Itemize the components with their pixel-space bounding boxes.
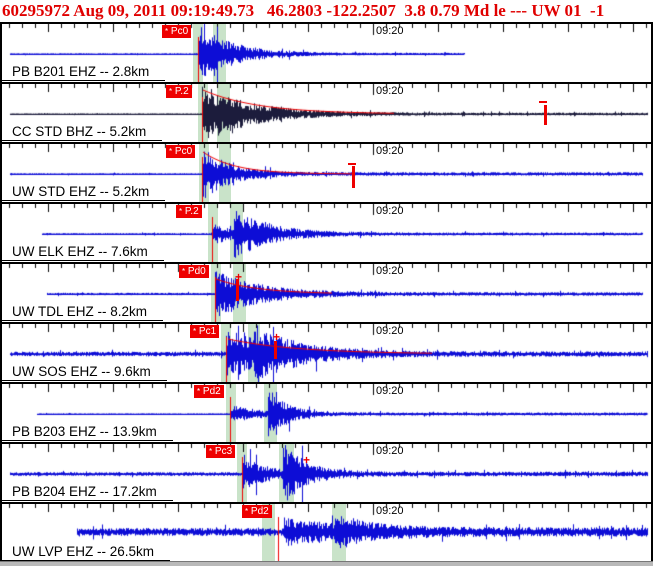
station-label: UW ELK EHZ -- 7.6km <box>2 244 164 261</box>
station-label: PB B201 EHZ -- 2.8km <box>2 64 166 81</box>
time-label: 09:20 <box>376 205 404 217</box>
pick-flag[interactable]: * Pc0 <box>162 25 192 38</box>
pick-phase-label: Pc1 <box>198 326 217 337</box>
pick-flag-star: * <box>165 27 169 36</box>
station-label: UW SOS EHZ -- 9.6km <box>2 364 167 381</box>
pick-flag[interactable]: * P.2 <box>176 205 202 218</box>
amplitude-pick-marker[interactable]: + <box>235 271 242 283</box>
pick-flag[interactable]: * Pd2 <box>242 505 272 518</box>
trace-panel-sos: * Pc1 09:20 + UW SOS EHZ -- 9.6km <box>2 324 651 384</box>
pick-flag-star: * <box>169 147 173 156</box>
amplitude-pick-marker[interactable]: + <box>303 454 310 466</box>
event-header: 60295972 Aug 09, 2011 09:19:49.73 46.280… <box>0 0 653 22</box>
station-label: CC STD BHZ -- 5.2km <box>2 124 163 141</box>
coda-duration-marker[interactable] <box>544 105 547 125</box>
time-label: 09:20 <box>376 505 404 517</box>
trace-panel-b203: * Pd2 09:20 PB B203 EHZ -- 13.9km <box>2 384 651 444</box>
station-label: PB B204 EHZ -- 17.2km <box>2 484 173 501</box>
station-label: UW TDL EHZ -- 8.2km <box>2 304 164 321</box>
time-label: 09:20 <box>376 385 404 397</box>
time-label: 09:20 <box>376 445 404 457</box>
amplitude-pick-marker[interactable]: + <box>273 331 280 343</box>
pick-flag-star: * <box>193 327 197 336</box>
trace-panel-std: * P.2 09:20 CC STD BHZ -- 5.2km <box>2 84 651 144</box>
time-label: 09:20 <box>376 265 404 277</box>
event-summary-text: 60295972 Aug 09, 2011 09:19:49.73 46.280… <box>2 1 605 20</box>
station-label: UW LVP EHZ -- 26.5km <box>2 544 171 561</box>
coda-duration-marker[interactable] <box>352 166 355 188</box>
time-label: 09:20 <box>376 25 404 37</box>
pick-flag[interactable]: * Pd2 <box>194 385 224 398</box>
pick-flag[interactable]: * Pd0 <box>179 265 209 278</box>
time-label: 09:20 <box>376 85 404 97</box>
pick-phase-label: Pd2 <box>250 506 269 517</box>
trace-panel-b204: * Pc3 09:20 + PB B204 EHZ -- 17.2km <box>2 444 651 504</box>
marker-dash[interactable] <box>539 101 547 103</box>
pick-phase-label: Pc0 <box>174 146 193 157</box>
time-label: 09:20 <box>376 145 404 157</box>
trace-panel-std: * Pc0 09:20 UW STD EHZ -- 5.2km <box>2 144 651 204</box>
time-label: 09:20 <box>376 325 404 337</box>
trace-plot-area: * Pc0 09:20 PB B201 EHZ -- 2.8km * P.2 09:20… <box>0 22 653 564</box>
pick-phase-label: P.2 <box>184 206 199 217</box>
pick-flag[interactable]: * Pc0 <box>166 145 196 158</box>
station-label: PB B203 EHZ -- 13.9km <box>2 424 173 441</box>
station-label: UW STD EHZ -- 5.2km <box>2 184 166 201</box>
pick-flag[interactable]: * Pc3 <box>206 445 236 458</box>
trace-panel-elk: * P.2 09:20 UW ELK EHZ -- 7.6km <box>2 204 651 264</box>
window-bottom-edge <box>0 561 653 566</box>
pick-flag-star: * <box>197 387 201 396</box>
marker-dash[interactable] <box>348 163 356 165</box>
seismogram-viewer-window: 60295972 Aug 09, 2011 09:19:49.73 46.280… <box>0 0 653 566</box>
trace-panel-b201: * Pc0 09:20 PB B201 EHZ -- 2.8km <box>2 24 651 84</box>
trace-panel-tdl: * Pd0 09:20 + UW TDL EHZ -- 8.2km <box>2 264 651 324</box>
trace-panel-lvp: * Pd2 09:20 UW LVP EHZ -- 26.5km <box>2 504 651 564</box>
pick-flag-star: * <box>169 87 173 96</box>
pick-flag-star: * <box>179 207 183 216</box>
pick-phase-label: Pd0 <box>187 266 206 277</box>
pick-phase-label: Pc0 <box>170 26 189 37</box>
pick-phase-label: Pd2 <box>202 386 221 397</box>
pick-flag-star: * <box>209 447 213 456</box>
pick-flag[interactable]: * P.2 <box>166 85 192 98</box>
pick-flag-star: * <box>245 507 249 516</box>
pick-flag[interactable]: * Pc1 <box>190 325 220 338</box>
pick-phase-label: P.2 <box>174 86 189 97</box>
pick-phase-label: Pc3 <box>214 446 233 457</box>
pick-flag-star: * <box>182 267 186 276</box>
